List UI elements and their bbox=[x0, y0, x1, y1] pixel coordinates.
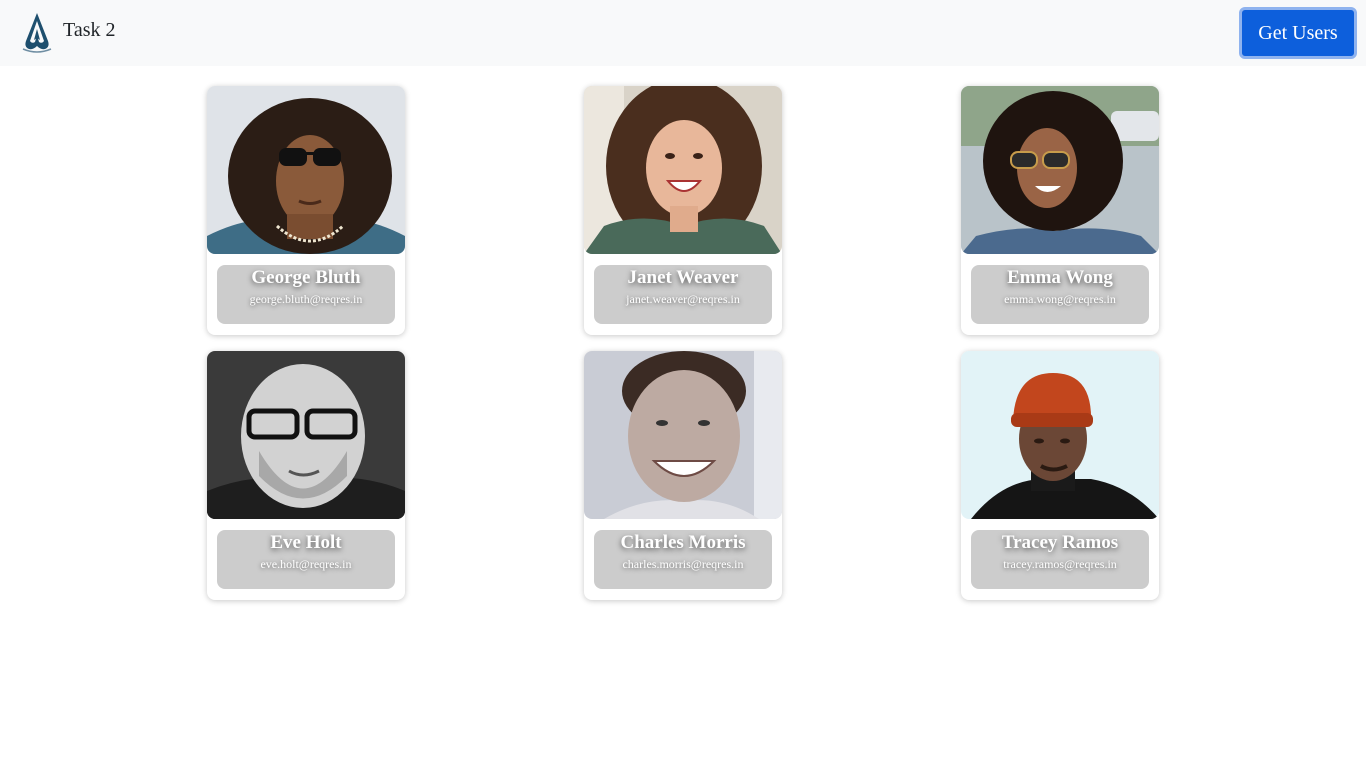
user-card: Eve Holt eve.holt@reqres.in bbox=[207, 351, 405, 600]
user-card: Janet Weaver janet.weaver@reqres.in bbox=[584, 86, 782, 335]
navbar: Task 2 Get Users bbox=[0, 0, 1366, 66]
user-avatar bbox=[584, 86, 782, 254]
brand[interactable]: Task 2 bbox=[20, 11, 115, 53]
get-users-button[interactable]: Get Users bbox=[1239, 7, 1357, 59]
user-avatar bbox=[584, 351, 782, 519]
user-card: George Bluth george.bluth@reqres.in bbox=[207, 86, 405, 335]
user-email: eve.holt@reqres.in bbox=[260, 557, 352, 571]
user-email: janet.weaver@reqres.in bbox=[626, 292, 740, 306]
user-card: Emma Wong emma.wong@reqres.in bbox=[961, 86, 1159, 335]
user-name: Eve Holt bbox=[270, 532, 342, 553]
assassin-emblem-icon bbox=[22, 13, 52, 53]
user-card: Charles Morris charles.morris@reqres.in bbox=[584, 351, 782, 600]
user-card: Tracey Ramos tracey.ramos@reqres.in bbox=[961, 351, 1159, 600]
user-avatar bbox=[207, 351, 405, 519]
user-name: Janet Weaver bbox=[627, 267, 739, 288]
brand-title: Task 2 bbox=[63, 18, 116, 41]
user-info: Janet Weaver janet.weaver@reqres.in bbox=[594, 265, 772, 324]
user-name: Emma Wong bbox=[1007, 267, 1113, 288]
user-email: charles.morris@reqres.in bbox=[622, 557, 744, 571]
user-avatar bbox=[961, 351, 1159, 519]
user-name: Charles Morris bbox=[620, 532, 746, 553]
user-avatar bbox=[207, 86, 405, 254]
user-info: Charles Morris charles.morris@reqres.in bbox=[594, 530, 772, 589]
user-email: tracey.ramos@reqres.in bbox=[1003, 557, 1117, 571]
user-info: Emma Wong emma.wong@reqres.in bbox=[971, 265, 1149, 324]
user-name: Tracey Ramos bbox=[1001, 532, 1119, 553]
user-info: George Bluth george.bluth@reqres.in bbox=[217, 265, 395, 324]
user-info: Tracey Ramos tracey.ramos@reqres.in bbox=[971, 530, 1149, 589]
user-name: George Bluth bbox=[251, 267, 361, 288]
user-email: emma.wong@reqres.in bbox=[1004, 292, 1116, 306]
user-email: george.bluth@reqres.in bbox=[249, 292, 363, 306]
user-info: Eve Holt eve.holt@reqres.in bbox=[217, 530, 395, 589]
user-avatar bbox=[961, 86, 1159, 254]
